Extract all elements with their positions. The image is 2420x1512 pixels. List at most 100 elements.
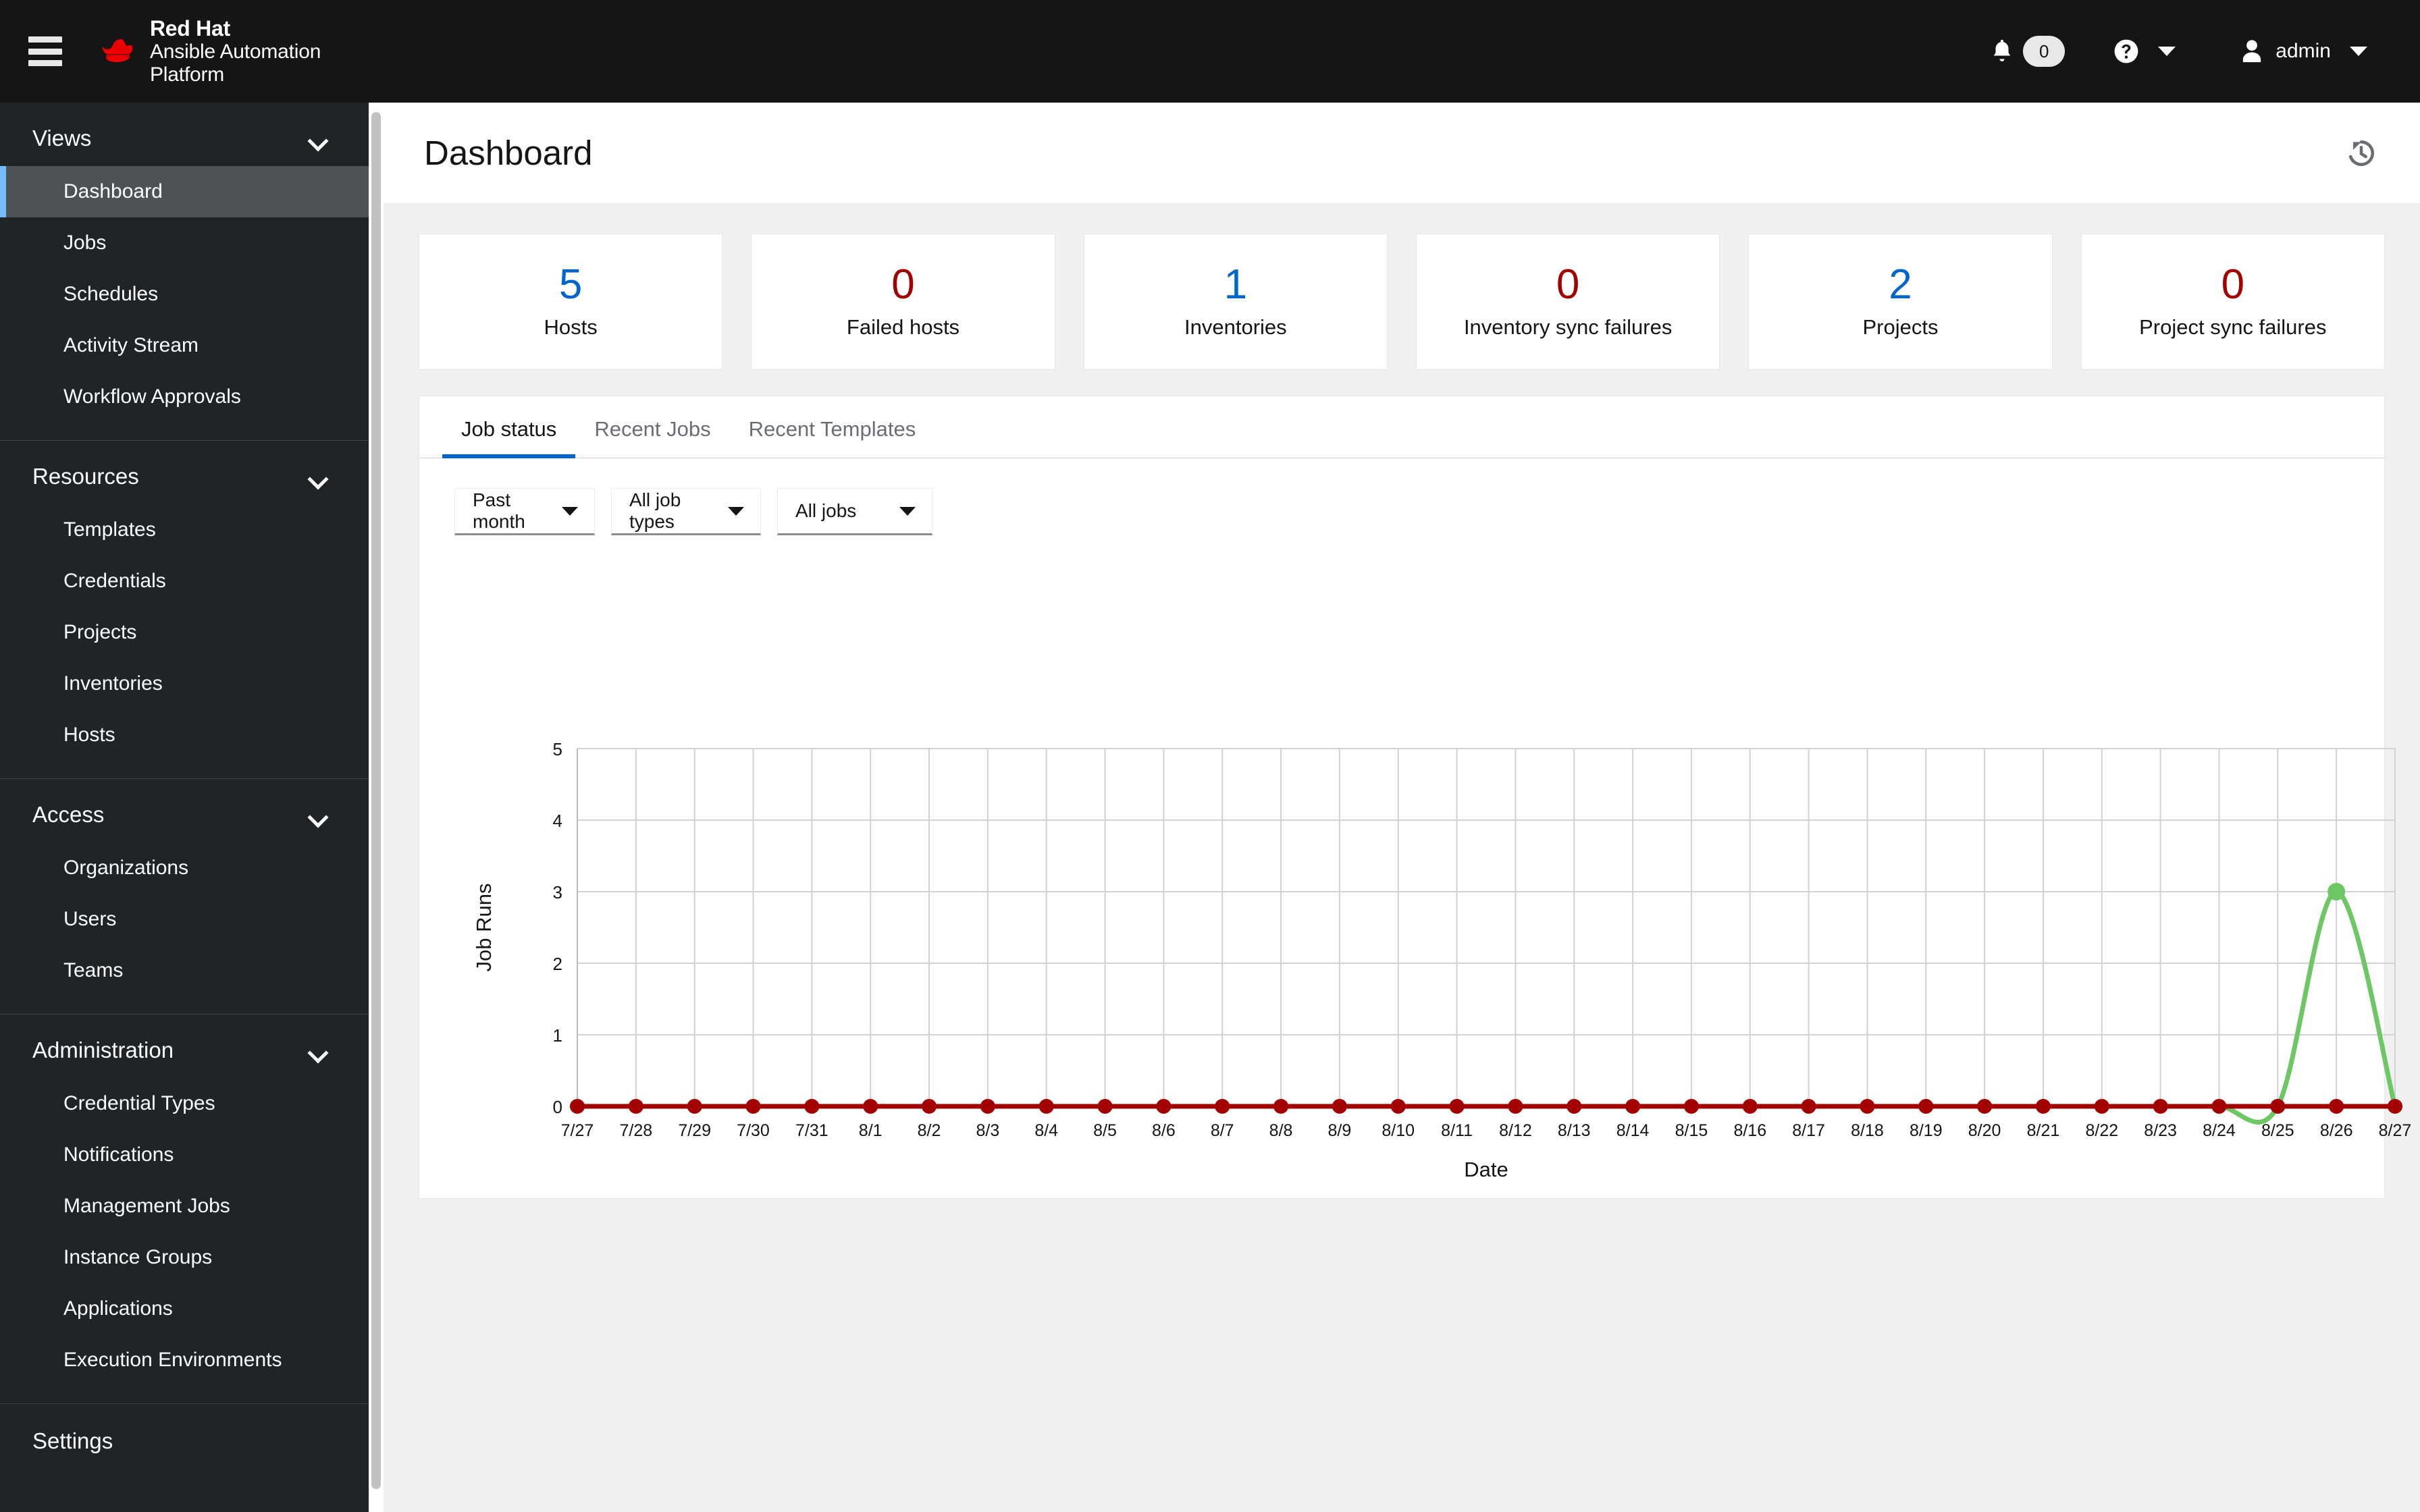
job-status-chart: 0 1 2 3 4 5 7/27 7/28 7/29 7/30 7/31 8/1 8/2 8/3 8/4 8/… [419, 740, 2411, 1186]
tab-job-status[interactable]: Job status [442, 417, 576, 458]
brand-line-3: Platform [150, 63, 225, 86]
svg-text:7/29: 7/29 [678, 1121, 711, 1140]
stat-card-failed-hosts[interactable]: 0 Failed hosts [751, 234, 1055, 370]
sidebar-item-credentials[interactable]: Credentials [0, 556, 369, 607]
sidebar-item-projects[interactable]: Projects [0, 607, 369, 658]
job-status-panel: Job status Recent Jobs Recent Templates Pa… [419, 396, 2411, 1199]
help-menu[interactable] [2113, 38, 2176, 64]
sidebar-item-templates[interactable]: Templates [0, 504, 369, 556]
sidebar-item-dashboard[interactable]: Dashboard [0, 166, 369, 217]
brand-line-2: Ansible Automation [150, 40, 321, 63]
stat-value: 0 [1556, 261, 1580, 308]
main-content: Dashboard 5 Hosts 0 Failed hosts 1 Inventorie… [384, 103, 2420, 1512]
filter-select-period[interactable]: Past month [454, 488, 595, 535]
stat-card-projects[interactable]: 2 Projects [1748, 234, 2053, 370]
chevron-down-icon [309, 1046, 327, 1056]
chevron-down-icon [309, 472, 327, 482]
svg-text:8/9: 8/9 [1328, 1121, 1352, 1140]
filter-value: Past month [473, 489, 525, 532]
stat-value: 2 [1889, 261, 1912, 308]
stat-card-hosts[interactable]: 5 Hosts [419, 234, 723, 370]
svg-text:8/7: 8/7 [1211, 1121, 1234, 1140]
svg-text:7/31: 7/31 [795, 1121, 828, 1140]
svg-text:8/10: 8/10 [1382, 1121, 1415, 1140]
svg-text:8/24: 8/24 [2203, 1121, 2236, 1140]
sidebar-item-hosts[interactable]: Hosts [0, 709, 369, 761]
svg-text:1: 1 [553, 1025, 562, 1046]
sidebar-item-management-jobs[interactable]: Management Jobs [0, 1181, 369, 1232]
nav-section-header-resources[interactable]: Resources [0, 441, 369, 504]
sidebar-item-settings[interactable]: Settings [0, 1404, 369, 1474]
notifications-button[interactable]: 0 [1991, 36, 2066, 67]
chevron-down-icon [309, 134, 327, 144]
chevron-down-icon [2158, 47, 2176, 56]
nav-section-title: Administration [32, 1037, 174, 1062]
tab-recent-templates[interactable]: Recent Templates [730, 417, 935, 458]
sidebar-item-instance-groups[interactable]: Instance Groups [0, 1232, 369, 1283]
stat-value: 0 [891, 261, 915, 308]
sidebar-item-activity-stream[interactable]: Activity Stream [0, 320, 369, 371]
filter-select-job-status[interactable]: All jobs [777, 488, 932, 535]
nav-section-title: Views [32, 126, 92, 151]
nav-section-header-administration[interactable]: Administration [0, 1015, 369, 1078]
svg-text:Date: Date [1464, 1158, 1508, 1181]
nav-section-views: Views Dashboard Jobs Schedules Activity Stre… [0, 103, 369, 441]
stat-label: Projects [1862, 315, 1939, 339]
sidebar-item-users[interactable]: Users [0, 894, 369, 945]
svg-text:8/8: 8/8 [1269, 1121, 1293, 1140]
svg-text:8/19: 8/19 [1910, 1121, 1943, 1140]
brand-logo: Red Hat Ansible Automation Platform [99, 16, 321, 87]
sidebar-item-execution-environments[interactable]: Execution Environments [0, 1334, 369, 1386]
question-circle-icon [2114, 39, 2138, 63]
sidebar-item-notifications[interactable]: Notifications [0, 1129, 369, 1181]
tab-recent-jobs[interactable]: Recent Jobs [575, 417, 729, 458]
sidebar-item-credential-types[interactable]: Credential Types [0, 1078, 369, 1129]
sidebar-item-inventories[interactable]: Inventories [0, 658, 369, 709]
svg-text:8/12: 8/12 [1499, 1121, 1532, 1140]
svg-text:7/27: 7/27 [561, 1121, 594, 1140]
svg-text:8/18: 8/18 [1851, 1121, 1884, 1140]
svg-text:8/1: 8/1 [859, 1121, 883, 1140]
stat-card-inventories[interactable]: 1 Inventories [1083, 234, 1388, 370]
page-title: Dashboard [424, 134, 593, 172]
svg-text:8/20: 8/20 [1968, 1121, 2001, 1140]
user-menu[interactable]: admin [2240, 38, 2367, 64]
brand-line-1: Red Hat [150, 16, 230, 40]
svg-text:8/16: 8/16 [1733, 1121, 1766, 1140]
notification-count-badge[interactable]: 0 [2023, 36, 2066, 67]
page-header: Dashboard [384, 103, 2420, 204]
masthead: Red Hat Ansible Automation Platform 0 ad… [0, 0, 2420, 103]
nav-section-access: Access Organizations Users Teams [0, 779, 369, 1015]
nav-section-header-access[interactable]: Access [0, 779, 369, 842]
stat-value: 1 [1224, 261, 1248, 308]
chevron-down-icon [309, 810, 327, 820]
user-name-label: admin [2276, 40, 2331, 62]
activity-history-button[interactable] [2340, 132, 2382, 174]
sidebar-item-teams[interactable]: Teams [0, 945, 369, 996]
filter-value: All job types [629, 489, 681, 532]
svg-text:8/17: 8/17 [1792, 1121, 1825, 1140]
stat-label: Inventories [1184, 315, 1287, 339]
svg-text:8/13: 8/13 [1558, 1121, 1591, 1140]
svg-text:8/15: 8/15 [1675, 1121, 1708, 1140]
red-hat-logo-icon [102, 39, 133, 62]
svg-text:5: 5 [553, 740, 562, 759]
sidebar-item-applications[interactable]: Applications [0, 1283, 369, 1334]
sidebar-item-jobs[interactable]: Jobs [0, 217, 369, 269]
svg-text:7/28: 7/28 [620, 1121, 653, 1140]
sidebar-item-organizations[interactable]: Organizations [0, 842, 369, 894]
stat-card-inventory-sync-failures[interactable]: 0 Inventory sync failures [1415, 234, 1720, 370]
hamburger-icon[interactable] [28, 36, 62, 66]
sidebar-item-schedules[interactable]: Schedules [0, 269, 369, 320]
svg-text:8/23: 8/23 [2144, 1121, 2177, 1140]
filter-select-job-type[interactable]: All job types [611, 488, 761, 535]
bell-icon [1994, 39, 2011, 61]
svg-text:8/2: 8/2 [918, 1121, 941, 1140]
svg-text:2: 2 [553, 954, 562, 974]
svg-text:8/26: 8/26 [2320, 1121, 2353, 1140]
sidebar-item-workflow-approvals[interactable]: Workflow Approvals [0, 371, 369, 423]
stat-card-project-sync-failures[interactable]: 0 Project sync failures [2080, 234, 2385, 370]
panel-tabs: Job status Recent Jobs Recent Templates [419, 396, 2384, 458]
nav-section-header-views[interactable]: Views [0, 103, 369, 166]
sidebar-scrollbar-thumb[interactable] [371, 112, 381, 1489]
